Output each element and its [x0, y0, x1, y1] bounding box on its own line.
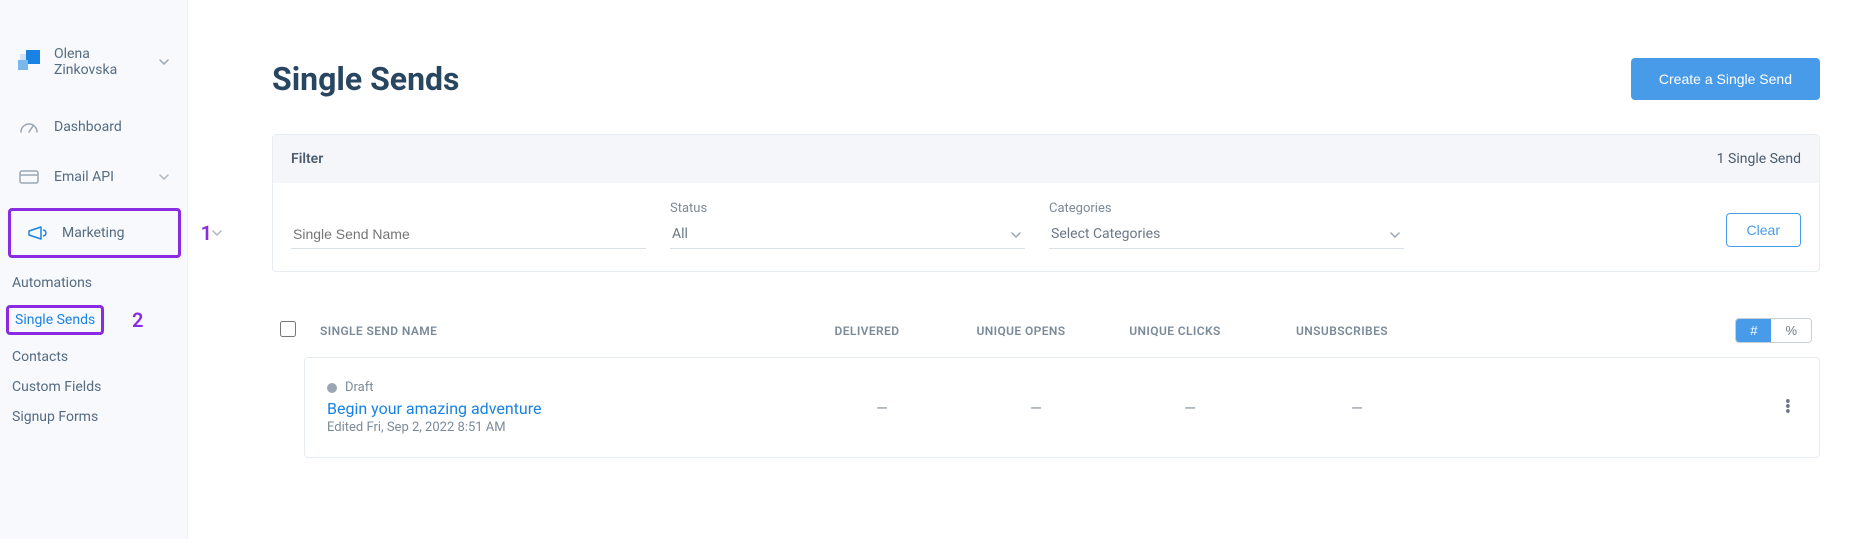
- sidebar-item-label: Automations: [12, 275, 92, 291]
- filter-panel: Filter 1 Single Send Status All: [272, 134, 1820, 272]
- single-send-name-input[interactable]: [291, 220, 646, 249]
- cell-opens: —: [959, 399, 1113, 417]
- annotation-number: 1: [201, 221, 212, 245]
- categories-filter-label: Categories: [1049, 201, 1404, 216]
- sidebar-item-single-sends[interactable]: Single Sends 2: [12, 298, 187, 342]
- categories-select-value: Select Categories: [1051, 226, 1160, 242]
- filter-result-count: 1 Single Send: [1717, 151, 1801, 167]
- single-send-row: Draft Begin your amazing adventure Edite…: [304, 357, 1820, 458]
- status-badge: Draft: [327, 380, 805, 395]
- sidebar-item-label: Single Sends: [15, 312, 95, 328]
- account-switcher[interactable]: Olena Zinkovska: [0, 18, 187, 102]
- filter-heading: Filter: [291, 151, 323, 167]
- edited-timestamp: Edited Fri, Sep 2, 2022 8:51 AM: [327, 420, 805, 435]
- status-select[interactable]: All: [670, 220, 1025, 249]
- sidebar-item-marketing[interactable]: Marketing 1: [8, 208, 181, 258]
- sidebar: Olena Zinkovska Dashboard Email API: [0, 0, 188, 539]
- cell-clicks: —: [1113, 399, 1267, 417]
- sidebar-item-label: Contacts: [12, 349, 68, 365]
- column-header-name: SINGLE SEND NAME: [320, 324, 790, 338]
- column-header-clicks: UNIQUE CLICKS: [1098, 324, 1252, 338]
- sidebar-item-automations[interactable]: Automations: [12, 268, 187, 298]
- create-single-send-button[interactable]: Create a Single Send: [1631, 58, 1820, 100]
- chevron-down-icon: [212, 230, 222, 236]
- main-content: Single Sends Create a Single Send Filter…: [188, 0, 1872, 539]
- chevron-down-icon: [159, 174, 169, 180]
- toggle-percent-button[interactable]: %: [1771, 319, 1811, 342]
- megaphone-icon: [26, 222, 48, 244]
- sidebar-item-custom-fields[interactable]: Custom Fields: [12, 372, 187, 402]
- status-dot-icon: [327, 383, 337, 393]
- clear-filters-button[interactable]: Clear: [1726, 213, 1801, 247]
- sidebar-item-label: Email API: [54, 169, 114, 185]
- toggle-hash-button[interactable]: #: [1736, 319, 1771, 342]
- annotation-number: 2: [132, 308, 143, 332]
- categories-select[interactable]: Select Categories: [1049, 220, 1404, 249]
- sidebar-item-label: Marketing: [62, 225, 125, 241]
- card-icon: [18, 166, 40, 188]
- column-header-delivered: DELIVERED: [790, 324, 944, 338]
- cell-unsubscribes: —: [1267, 399, 1447, 417]
- marketing-subnav: Automations Single Sends 2 Contacts Cust…: [0, 264, 187, 432]
- sidebar-item-contacts[interactable]: Contacts: [12, 342, 187, 372]
- select-all-checkbox[interactable]: [280, 321, 296, 337]
- brand-logo-icon: [18, 50, 42, 74]
- metric-format-toggle: # %: [1735, 318, 1812, 343]
- chevron-down-icon: [159, 59, 169, 65]
- sidebar-item-label: Custom Fields: [12, 379, 101, 395]
- page-title: Single Sends: [272, 60, 459, 98]
- status-text: Draft: [345, 380, 374, 395]
- status-filter-label: Status: [670, 201, 1025, 216]
- row-actions-menu[interactable]: •••: [1779, 400, 1797, 415]
- column-header-opens: UNIQUE OPENS: [944, 324, 1098, 338]
- gauge-icon: [18, 116, 40, 138]
- account-name: Olena Zinkovska: [54, 46, 153, 78]
- column-header-unsubscribes: UNSUBSCRIBES: [1252, 324, 1432, 338]
- sidebar-item-email-api[interactable]: Email API: [0, 152, 187, 202]
- sidebar-item-label: Dashboard: [54, 119, 122, 135]
- cell-delivered: —: [805, 399, 959, 417]
- single-send-title-link[interactable]: Begin your amazing adventure: [327, 399, 805, 418]
- sidebar-item-label: Signup Forms: [12, 409, 98, 425]
- table-header-row: SINGLE SEND NAME DELIVERED UNIQUE OPENS …: [272, 318, 1820, 357]
- sidebar-item-signup-forms[interactable]: Signup Forms: [12, 402, 187, 432]
- sidebar-item-dashboard[interactable]: Dashboard: [0, 102, 187, 152]
- status-select-value: All: [672, 226, 688, 242]
